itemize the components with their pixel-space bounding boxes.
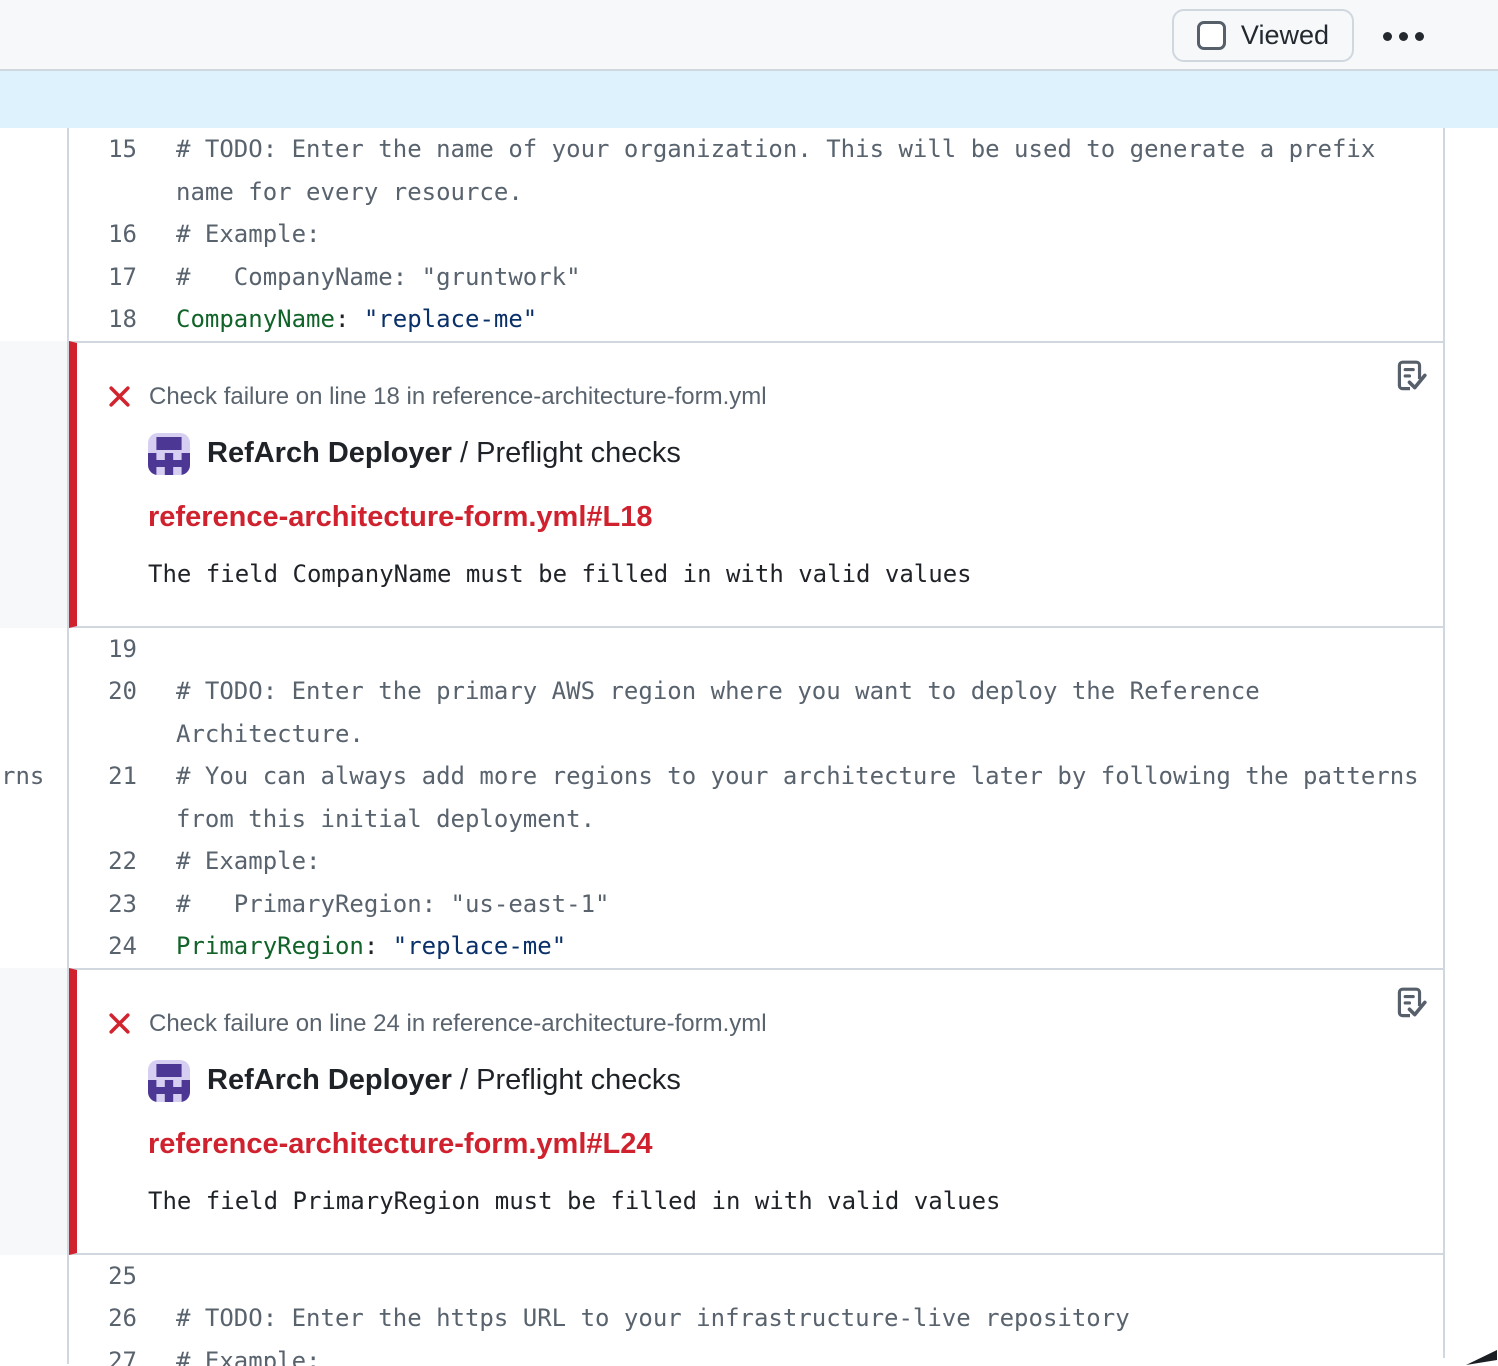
left-pane-cell	[0, 1297, 69, 1340]
kebab-horizontal-icon	[1399, 32, 1408, 41]
refarch-deployer-avatar	[148, 433, 190, 475]
left-pane-cell	[0, 883, 69, 926]
left-pane-cell	[0, 1255, 69, 1298]
code-line: 19	[0, 628, 1498, 671]
x-icon	[107, 1011, 132, 1036]
check-title: RefArch Deployer / Preflight checks	[207, 437, 681, 470]
checklist-check-icon[interactable]	[1392, 359, 1428, 395]
check-title-separator: /	[452, 437, 476, 469]
content-right-divider	[1443, 128, 1445, 1358]
code-content: # TODO: Enter the primary AWS region whe…	[176, 670, 1443, 755]
code-section: 2526# TODO: Enter the https URL to your …	[0, 1255, 1498, 1366]
code-content: PrimaryRegion: "replace-me"	[176, 925, 1443, 968]
viewed-label: Viewed	[1241, 20, 1329, 51]
left-pane-cell	[0, 840, 69, 883]
code-content: # Example:	[176, 213, 1443, 256]
code-line: 22# Example:	[0, 840, 1498, 883]
annotation-message: The field PrimaryRegion must be filled i…	[148, 1187, 1383, 1215]
more-options-button[interactable]	[1374, 13, 1432, 59]
check-app-name: RefArch Deployer	[207, 437, 452, 469]
refarch-deployer-avatar	[148, 1060, 190, 1102]
code-content: # TODO: Enter the https URL to your infr…	[176, 1297, 1443, 1340]
viewed-checkbox[interactable]	[1197, 21, 1226, 50]
code-line: 21# You can always add more regions to y…	[0, 755, 1498, 840]
code-line: 27# Example:	[0, 1340, 1498, 1366]
check-annotation-row: Check failure on line 24 in reference-ar…	[0, 968, 1498, 1255]
left-pane-cell	[0, 925, 69, 968]
line-number[interactable]: 17	[69, 256, 176, 299]
left-pane-cell	[0, 213, 69, 256]
kebab-horizontal-icon	[1383, 32, 1392, 41]
line-number[interactable]: 21	[69, 755, 176, 840]
check-annotation-row: Check failure on line 18 in reference-ar…	[0, 341, 1498, 628]
code-line: 26# TODO: Enter the https URL to your in…	[0, 1297, 1498, 1340]
left-pane-cell	[0, 256, 69, 299]
check-run-name: Preflight checks	[476, 437, 681, 469]
line-number[interactable]: 18	[69, 298, 176, 341]
code-line: 24PrimaryRegion: "replace-me"	[0, 925, 1498, 968]
left-pane-cell	[0, 298, 69, 341]
code-content: # CompanyName: "gruntwork"	[176, 256, 1443, 299]
code-content: # Example:	[176, 1340, 1443, 1366]
code-content: # TODO: Enter the name of your organizat…	[176, 128, 1443, 213]
left-pane-cell	[0, 128, 69, 213]
code-line: 25	[0, 1255, 1498, 1298]
code-section: 1920# TODO: Enter the primary AWS region…	[0, 628, 1498, 968]
left-pane-cell	[0, 1340, 69, 1366]
check-app-name: RefArch Deployer	[207, 1064, 452, 1096]
line-number[interactable]: 23	[69, 883, 176, 926]
line-number[interactable]: 16	[69, 213, 176, 256]
code-line: 15# TODO: Enter the name of your organiz…	[0, 128, 1498, 213]
checklist-check-icon[interactable]	[1392, 986, 1428, 1022]
annotation-message: The field CompanyName must be filled in …	[148, 560, 1383, 588]
code-line: 23# PrimaryRegion: "us-east-1"	[0, 883, 1498, 926]
code-content	[176, 628, 1443, 671]
kebab-horizontal-icon	[1415, 32, 1424, 41]
code-section: 15# TODO: Enter the name of your organiz…	[0, 128, 1498, 341]
code-content: # Example:	[176, 840, 1443, 883]
check-annotation-card: Check failure on line 24 in reference-ar…	[69, 968, 1443, 1255]
line-number[interactable]: 24	[69, 925, 176, 968]
left-pane-overflow-text: rns	[1, 755, 44, 798]
code-line: 16# Example:	[0, 213, 1498, 256]
check-failure-text: Check failure on line 18 in reference-ar…	[149, 383, 767, 411]
viewed-button[interactable]: Viewed	[1172, 9, 1354, 62]
line-number[interactable]: 26	[69, 1297, 176, 1340]
left-pane-cell	[0, 628, 69, 671]
code-line: 18CompanyName: "replace-me"	[0, 298, 1498, 341]
annotation-file-link[interactable]: reference-architecture-form.yml#L18	[148, 501, 652, 534]
check-title-separator: /	[452, 1064, 476, 1096]
x-icon	[107, 384, 132, 409]
check-failure-text: Check failure on line 24 in reference-ar…	[149, 1010, 767, 1038]
line-number[interactable]: 20	[69, 670, 176, 755]
line-number[interactable]: 15	[69, 128, 176, 213]
diff-table: 15# TODO: Enter the name of your organiz…	[0, 128, 1498, 1366]
code-content: # PrimaryRegion: "us-east-1"	[176, 883, 1443, 926]
check-annotation-card: Check failure on line 18 in reference-ar…	[69, 341, 1443, 628]
check-run-name: Preflight checks	[476, 1064, 681, 1096]
code-line: 20# TODO: Enter the primary AWS region w…	[0, 670, 1498, 755]
line-number[interactable]: 27	[69, 1340, 176, 1366]
check-title: RefArch Deployer / Preflight checks	[207, 1064, 681, 1097]
annotation-file-link[interactable]: reference-architecture-form.yml#L24	[148, 1128, 652, 1161]
code-content	[176, 1255, 1443, 1298]
github-diff-view: Viewed 15# TODO: Enter the name of your …	[0, 0, 1498, 1366]
line-number[interactable]: 19	[69, 628, 176, 671]
left-pane-cell	[0, 670, 69, 755]
code-line: 17# CompanyName: "gruntwork"	[0, 256, 1498, 299]
diff-file-toolbar: Viewed	[0, 0, 1498, 71]
expanded-hunk-strip	[0, 71, 1498, 128]
mouse-pointer-icon	[1466, 1349, 1498, 1366]
code-content: CompanyName: "replace-me"	[176, 298, 1443, 341]
line-number[interactable]: 25	[69, 1255, 176, 1298]
line-number[interactable]: 22	[69, 840, 176, 883]
gutter-divider	[67, 128, 69, 1364]
code-content: # You can always add more regions to you…	[176, 755, 1443, 840]
